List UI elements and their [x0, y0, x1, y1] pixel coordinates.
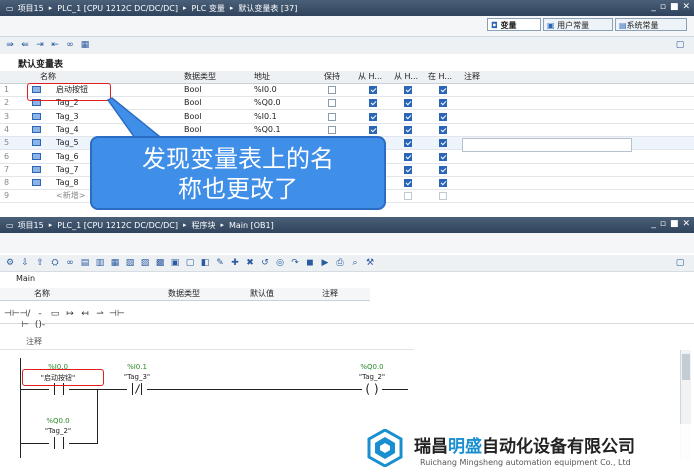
breadcrumb-program-blocks[interactable]: 程序块 [191, 220, 215, 231]
program-block-titlebar: ▭ 项目15 ▸ PLC_1 [CPU 1212C DC/DC/DC] ▸ 程序块 ▸… [0, 217, 694, 233]
scrollbar-thumb[interactable] [682, 354, 690, 380]
output-coil[interactable]: ( ) [362, 381, 382, 397]
branch-line [97, 389, 98, 444]
interface-header: 名称 数据类型 默认值 注释 [0, 288, 370, 301]
branch-no-contact[interactable] [49, 437, 69, 449]
instruction-toolbar: ⊣⊢ ⊣/⊢ -()- ▭ ↦ ↤ ⇀ ⊣⊢ [0, 306, 694, 330]
breadcrumb-main-ob1[interactable]: Main [OB1] [229, 221, 274, 230]
set-contact-icon[interactable]: ⊣⊢ [109, 309, 125, 320]
contact2-name[interactable]: "Tag_3" [102, 373, 172, 381]
download-icon[interactable]: ⇩ [19, 258, 31, 269]
step-icon[interactable]: ↷ [289, 258, 301, 269]
contact2-nc-contact[interactable] [127, 383, 147, 395]
breadcrumb-plc-2[interactable]: PLC_1 [CPU 1212C DC/DC/DC] [57, 221, 178, 230]
toggle-comment-icon[interactable]: ▢ [184, 258, 196, 269]
toggle-info-icon[interactable]: ◧ [199, 258, 211, 269]
network-comment[interactable]: 注释 [26, 336, 42, 347]
no-contact-icon[interactable]: ⊣⊢ [4, 309, 20, 320]
network-divider [0, 349, 414, 350]
go-online-icon[interactable]: ⛭ [49, 258, 61, 269]
open-branch-icon[interactable]: ↦ [64, 309, 76, 320]
empty-box-icon[interactable]: ▭ [49, 309, 61, 320]
iface-col-comment[interactable]: 注释 [322, 288, 338, 300]
company-name-en: Ruichang Mingsheng automation equipment … [420, 458, 631, 467]
watch-icon[interactable]: ✎ [214, 258, 226, 269]
breadcrumb-project-2[interactable]: 项目15 [18, 220, 44, 231]
callout-bubble: 发现变量表上的名 称也更改了 [90, 136, 386, 210]
expand-icon[interactable]: ▦ [109, 258, 121, 269]
block-name-label: Main [16, 274, 36, 283]
breakpoint-icon[interactable]: ◎ [274, 258, 286, 269]
highlight-renamed-operand [22, 369, 104, 386]
panel-toggle-icon-2[interactable]: ▢ [674, 258, 686, 269]
favorites-icon[interactable]: ▨ [139, 258, 151, 269]
coil-icon[interactable]: -()- [34, 309, 46, 330]
maximize-icon-2[interactable]: ■ [670, 219, 679, 229]
find-icon[interactable]: ⌕ [349, 258, 361, 269]
coil-address: %Q0.0 [360, 363, 384, 371]
coil-name[interactable]: "Tag_2" [337, 373, 407, 381]
delete-network-icon[interactable]: ▥ [94, 258, 106, 269]
iface-col-default[interactable]: 默认值 [250, 288, 274, 300]
callout-text-line2: 称也更改了 [178, 175, 298, 203]
nc-contact-icon[interactable]: ⊣/⊢ [19, 309, 31, 330]
company-name-cn: 瑞昌明盛自动化设备有限公司 [414, 437, 635, 457]
callout-text-line1: 发现变量表上的名 [142, 145, 334, 173]
abs-op-icon[interactable]: ▩ [154, 258, 166, 269]
watermark: 瑞昌明盛自动化设备有限公司 Ruichang Mingsheng automat… [358, 424, 694, 475]
iface-col-datatype[interactable]: 数据类型 [168, 288, 200, 300]
compile-icon[interactable]: ⚙ [4, 258, 16, 269]
rung-line [20, 389, 408, 390]
minimize-icon-2[interactable]: _ [651, 219, 656, 229]
collapse-icon[interactable]: ▧ [124, 258, 136, 269]
modify-icon[interactable]: ✖ [244, 258, 256, 269]
run-icon[interactable]: ▶ [319, 258, 331, 269]
branch-contact-address: %Q0.0 [46, 417, 70, 425]
contact2-address: %I0.1 [127, 363, 147, 371]
restore-icon-2[interactable]: ▫ [660, 219, 666, 229]
connect-icon[interactable]: ⇀ [94, 309, 106, 320]
company-logo-icon [367, 429, 403, 467]
print-icon[interactable]: ⎙ [334, 258, 346, 269]
editor-toolbar: ⚙ ⇩ ⇧ ⛭ ∞ ▤ ▥ ▦ ▧ ▨ ▩ ▣ ▢ ◧ ✎ ✚ ✖ ↺ ◎ ↷ ◼ ▶ ⎙ ⌕ ⚒ ▢ [0, 255, 694, 272]
force-icon[interactable]: ✚ [229, 258, 241, 269]
close-icon-2[interactable]: ✕ [682, 219, 690, 229]
sym-op-icon[interactable]: ▣ [169, 258, 181, 269]
block-icon: ▭ [6, 220, 14, 230]
branch-contact-name[interactable]: "Tag_2" [23, 427, 93, 435]
close-branch-icon[interactable]: ↤ [79, 309, 91, 320]
monitor-icon[interactable]: ∞ [64, 258, 76, 269]
stop-icon[interactable]: ◼ [304, 258, 316, 269]
insert-network-icon[interactable]: ▤ [79, 258, 91, 269]
iface-col-name[interactable]: 名称 [34, 288, 50, 300]
editor-spacer [0, 233, 694, 253]
reset-icon[interactable]: ↺ [259, 258, 271, 269]
settings-icon[interactable]: ⚒ [364, 258, 376, 269]
upload-icon[interactable]: ⇧ [34, 258, 46, 269]
